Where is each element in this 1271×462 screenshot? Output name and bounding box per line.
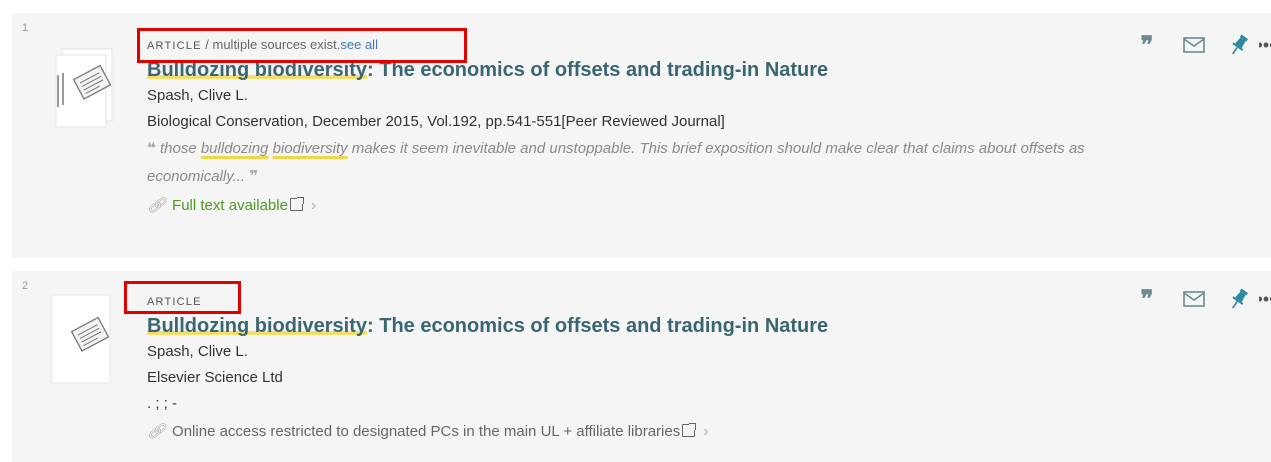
publisher: Elsevier Science Ltd: [147, 369, 283, 386]
availability-status[interactable]: Online access restricted to designated P…: [172, 423, 680, 440]
article-thumbnail-icon[interactable]: [44, 291, 116, 387]
publication-info: Biological Conservation, December 2015, …: [147, 113, 725, 130]
more-icon[interactable]: •••: [1259, 33, 1271, 57]
result-divider: [12, 258, 1271, 271]
snippet-highlight: bulldozing: [200, 140, 269, 157]
result-title-link[interactable]: Bulldozing biodiversity: The economics o…: [147, 313, 1111, 339]
link-icon: 🔗︎: [147, 197, 167, 214]
availability-line[interactable]: 🔗︎ Full text available ›: [147, 193, 1111, 219]
snippet-highlight: biodiversity: [272, 140, 348, 157]
results-list: 1 ARTICLE / multiple sources exist.see a…: [0, 0, 1271, 462]
result-number: 2: [22, 280, 29, 292]
pin-icon[interactable]: [1227, 33, 1251, 57]
title-highlight: Bulldozing biodiversity: [147, 315, 368, 337]
quote-icon[interactable]: ❞: [1135, 287, 1159, 311]
result-content: ARTICLE Bulldozing biodiversity: The eco…: [147, 293, 1111, 445]
result-actions: ❞ •••: [1091, 287, 1271, 311]
external-link-icon: [289, 197, 304, 211]
chevron-right-icon[interactable]: ›: [311, 197, 316, 214]
snippet-text: those: [155, 140, 201, 157]
author: Spash, Clive L.: [147, 343, 248, 360]
link-icon: 🔗︎: [147, 423, 167, 440]
result-content: ARTICLE / multiple sources exist.see all…: [147, 37, 1111, 219]
annotation-box: [137, 28, 467, 63]
annotation-box: [124, 281, 241, 314]
mail-icon[interactable]: [1181, 33, 1207, 57]
mail-icon[interactable]: [1181, 287, 1207, 311]
chevron-right-icon[interactable]: ›: [703, 423, 708, 440]
result-type-line: ARTICLE: [147, 293, 1111, 313]
availability-status[interactable]: Full text available: [172, 197, 288, 214]
publication-extra: . ; ; -: [147, 395, 177, 412]
close-quote-icon: ❞: [249, 168, 259, 185]
pin-icon[interactable]: [1227, 287, 1251, 311]
result-number: 1: [22, 22, 29, 34]
availability-line[interactable]: 🔗︎ Online access restricted to designated…: [147, 419, 1111, 445]
more-icon[interactable]: •••: [1259, 287, 1271, 311]
title-rest: : The economics of offsets and trading-i…: [367, 315, 829, 337]
open-quote-icon: ❝: [147, 140, 156, 157]
external-link-icon: [682, 423, 697, 437]
result-actions: ❞ •••: [1091, 33, 1271, 57]
article-thumbnail-icon[interactable]: [44, 43, 116, 139]
author: Spash, Clive L.: [147, 87, 248, 104]
quote-icon[interactable]: ❞: [1135, 33, 1159, 57]
result-snippet: ❝ those bulldozing biodiversity makes it…: [147, 135, 1111, 191]
